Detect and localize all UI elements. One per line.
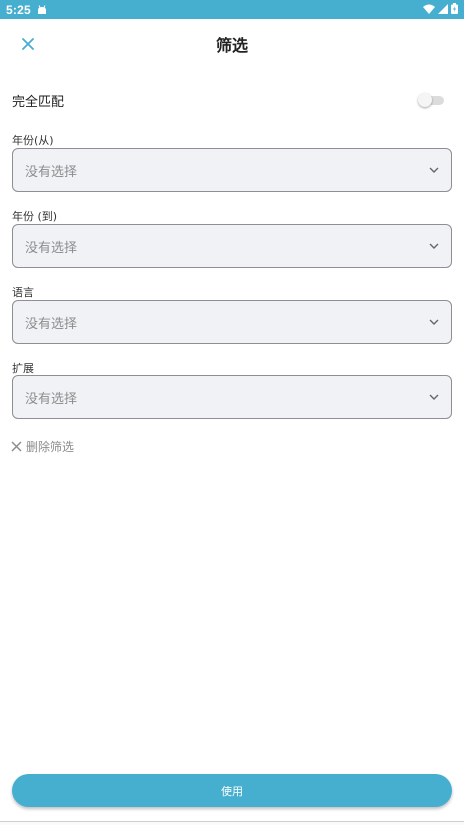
exact-match-label: 完全匹配 <box>12 94 65 110</box>
close-icon <box>11 437 22 456</box>
year-to-select[interactable]: 没有选择 <box>12 224 452 268</box>
wifi-icon <box>423 3 435 17</box>
apply-button[interactable]: 使用 <box>12 774 452 807</box>
exact-match-toggle[interactable] <box>418 93 444 107</box>
year-from-label: 年份(从) <box>12 134 54 147</box>
chevron-down-icon <box>429 394 439 400</box>
close-button[interactable] <box>14 31 42 57</box>
status-time: 5:25 <box>6 2 31 17</box>
page-title: 筛选 <box>215 36 248 55</box>
year-from-value: 没有选择 <box>25 164 78 180</box>
filter-screen: 5:25 筛选 完全匹配 年份(从) 没有选择 年份 (到) 没有选择 语言 没… <box>0 0 464 825</box>
year-to-label: 年份 (到) <box>12 210 58 223</box>
remove-filter-button[interactable]: 删除筛选 <box>11 436 74 456</box>
toggle-thumb <box>418 93 432 107</box>
language-label: 语言 <box>12 286 34 299</box>
exact-match-row: 完全匹配 <box>12 86 452 114</box>
remove-filter-label: 删除筛选 <box>26 439 75 454</box>
signal-icon <box>438 3 448 17</box>
battery-icon <box>451 2 458 17</box>
chevron-down-icon <box>429 243 439 249</box>
language-select[interactable]: 没有选择 <box>12 300 452 344</box>
year-to-value: 没有选择 <box>25 240 78 256</box>
android-icon <box>37 4 47 15</box>
apply-button-label: 使用 <box>221 784 243 798</box>
header: 筛选 <box>0 19 464 69</box>
language-value: 没有选择 <box>25 316 78 332</box>
status-icons <box>423 2 458 17</box>
status-bar: 5:25 <box>0 0 464 19</box>
extension-label: 扩展 <box>12 362 34 375</box>
extension-select[interactable]: 没有选择 <box>12 375 452 419</box>
year-from-select[interactable]: 没有选择 <box>12 148 452 192</box>
chevron-down-icon <box>429 319 439 325</box>
close-icon <box>22 35 34 54</box>
extension-value: 没有选择 <box>25 391 78 407</box>
bottom-divider <box>0 821 464 825</box>
chevron-down-icon <box>429 167 439 173</box>
